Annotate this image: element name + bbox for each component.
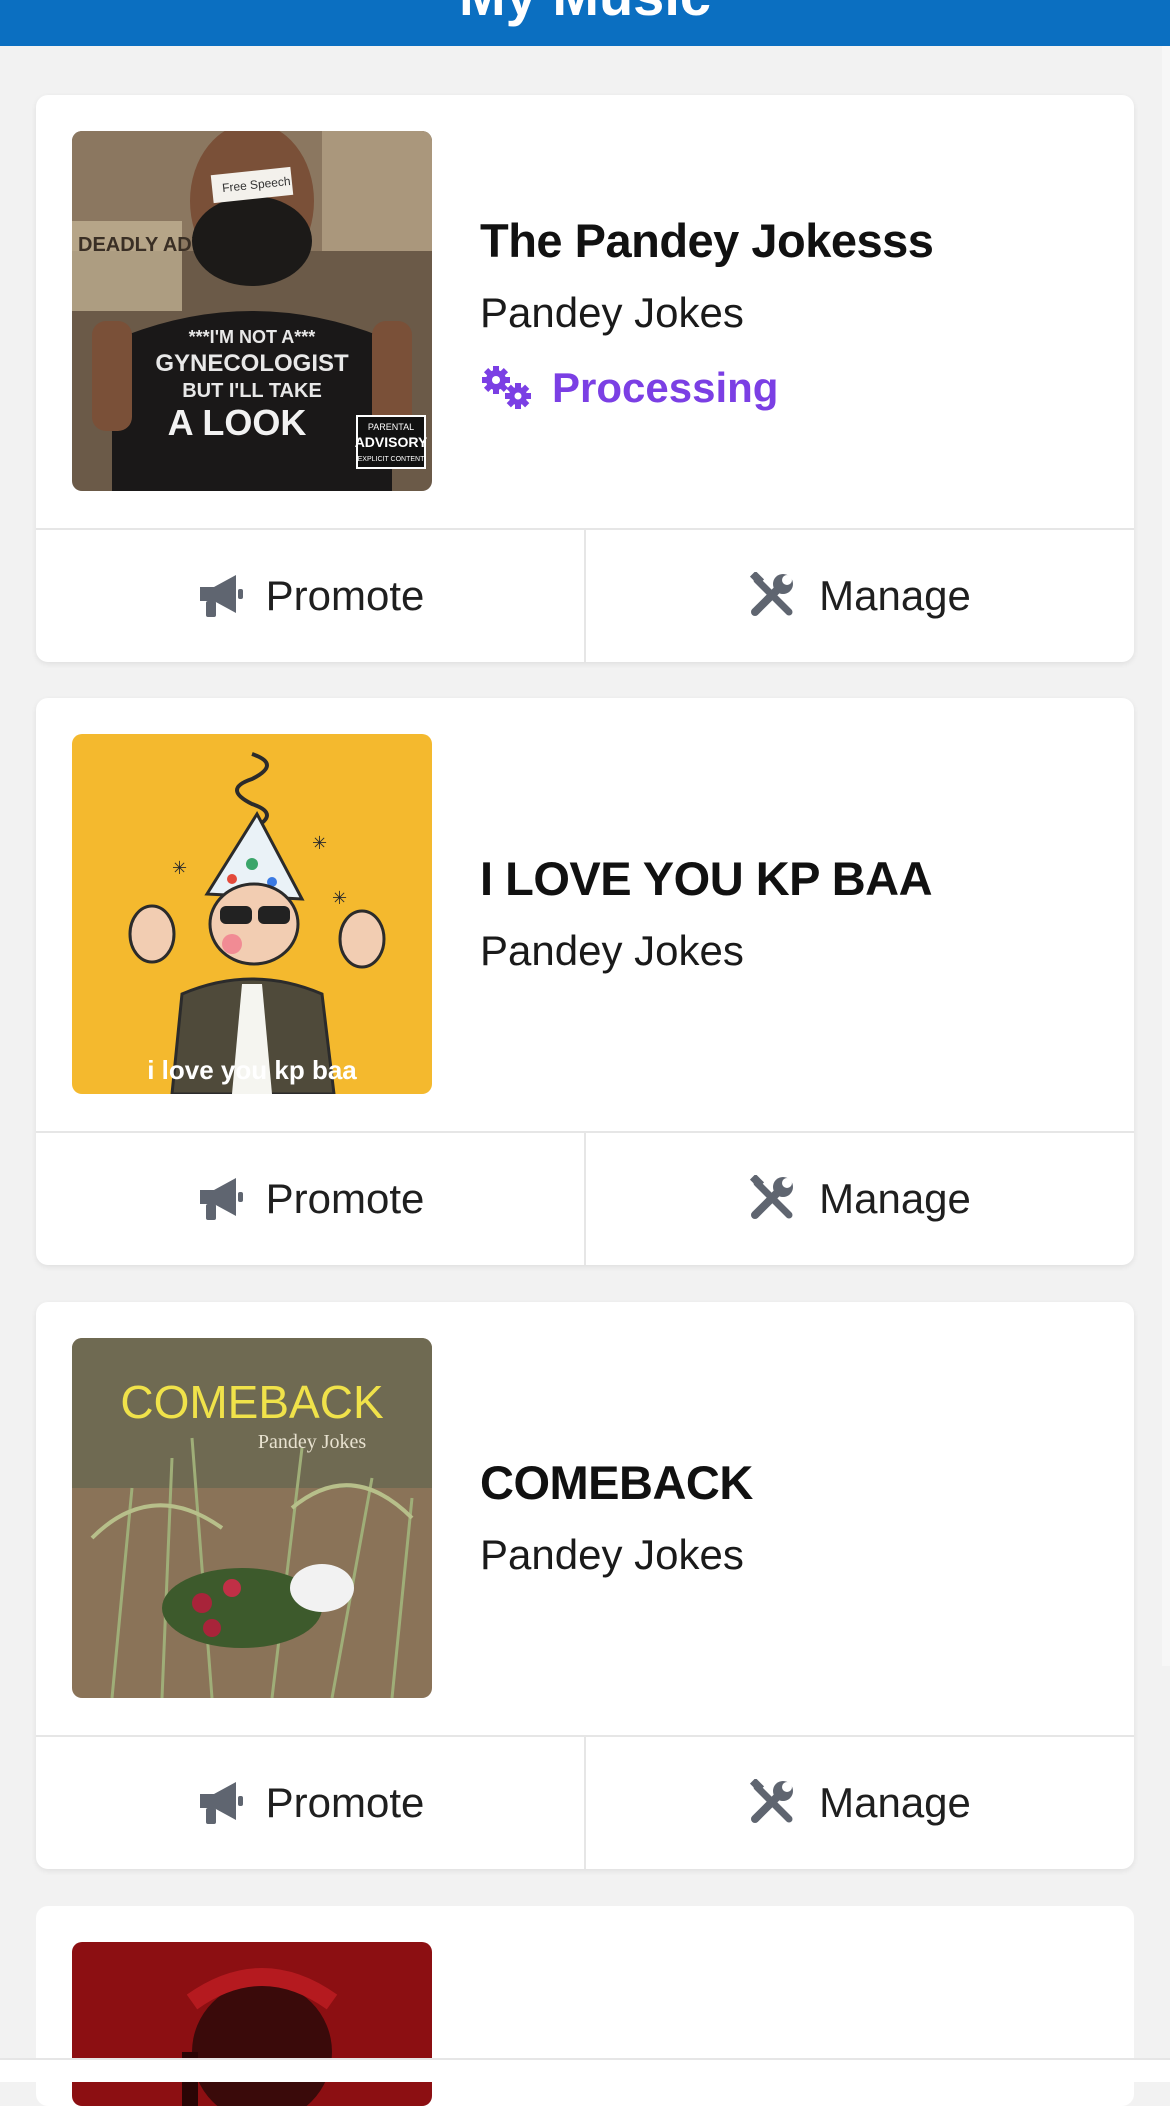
promote-button[interactable]: Promote xyxy=(36,530,584,662)
tools-icon xyxy=(750,1175,794,1219)
svg-text:i love you kp baa: i love you kp baa xyxy=(147,1055,357,1085)
svg-text:EXPLICIT CONTENT: EXPLICIT CONTENT xyxy=(358,456,425,463)
album-art-image: COMEBACK Pandey Jokes xyxy=(72,1338,432,1698)
album-art-image: ✳ ✳ ✳ i love you kp baa xyxy=(72,734,432,1094)
release-artist: Pandey Jokes xyxy=(480,288,744,336)
page-title: My Music xyxy=(0,0,1170,26)
promote-label: Promote xyxy=(265,1779,425,1826)
svg-text:PARENTAL: PARENTAL xyxy=(368,422,414,432)
manage-label: Manage xyxy=(819,572,971,619)
album-art[interactable]: DEADLY ADVICE Free Speech ***I'M NOT A**… xyxy=(72,131,432,491)
svg-text:Pandey Jokes: Pandey Jokes xyxy=(258,1431,367,1453)
promote-button[interactable]: Promote xyxy=(36,1133,584,1265)
svg-text:✳: ✳ xyxy=(332,888,347,908)
manage-button[interactable]: Manage xyxy=(584,1737,1134,1869)
manage-button[interactable]: Manage xyxy=(584,1133,1134,1265)
release-artist: Pandey Jokes xyxy=(480,1530,744,1578)
svg-text:ADVISORY: ADVISORY xyxy=(355,434,428,450)
svg-text:BUT I'LL TAKE: BUT I'LL TAKE xyxy=(182,380,322,402)
svg-text:✳: ✳ xyxy=(172,858,187,878)
svg-text:***I'M NOT A***: ***I'M NOT A*** xyxy=(189,327,316,347)
svg-text:✳: ✳ xyxy=(312,833,327,853)
app-header: My Music xyxy=(0,0,1170,46)
tools-icon xyxy=(750,1779,794,1823)
release-title: The Pandey Jokesss xyxy=(480,213,934,267)
promote-label: Promote xyxy=(265,1175,425,1222)
megaphone-icon xyxy=(199,575,243,617)
release-title: COMEBACK xyxy=(480,1455,753,1509)
svg-text:GYNECOLOGIST: GYNECOLOGIST xyxy=(155,350,349,377)
megaphone-icon xyxy=(199,1178,243,1220)
tools-icon xyxy=(750,572,794,616)
promote-label: Promote xyxy=(265,572,425,619)
album-art[interactable]: ✳ ✳ ✳ i love you kp baa xyxy=(72,734,432,1094)
megaphone-icon xyxy=(199,1782,243,1824)
album-art[interactable]: COMEBACK Pandey Jokes xyxy=(72,1338,432,1698)
release-card[interactable]: DEADLY ADVICE Free Speech ***I'M NOT A**… xyxy=(36,95,1134,662)
svg-text:COMEBACK: COMEBACK xyxy=(120,1376,384,1428)
status-label: Processing xyxy=(552,363,779,411)
scrollbar[interactable] xyxy=(1162,46,1170,1666)
status-badge: Processing xyxy=(480,364,1114,412)
manage-label: Manage xyxy=(819,1779,971,1826)
release-card[interactable]: COMEBACK Pandey Jokes COMEBACK Pandey Jo… xyxy=(36,1302,1134,1869)
svg-text:A LOOK: A LOOK xyxy=(168,402,307,443)
release-artist: Pandey Jokes xyxy=(480,926,744,974)
release-card[interactable]: ✳ ✳ ✳ i love you kp baa I LOVE YOU KP BA… xyxy=(36,698,1134,1265)
promote-button[interactable]: Promote xyxy=(36,1737,584,1869)
gears-icon xyxy=(482,365,531,409)
manage-label: Manage xyxy=(819,1175,971,1222)
release-title: I LOVE YOU KP BAA xyxy=(480,851,933,905)
album-art-image: DEADLY ADVICE Free Speech ***I'M NOT A**… xyxy=(72,131,432,491)
manage-button[interactable]: Manage xyxy=(584,530,1134,662)
bottom-edge xyxy=(0,2058,1170,2082)
